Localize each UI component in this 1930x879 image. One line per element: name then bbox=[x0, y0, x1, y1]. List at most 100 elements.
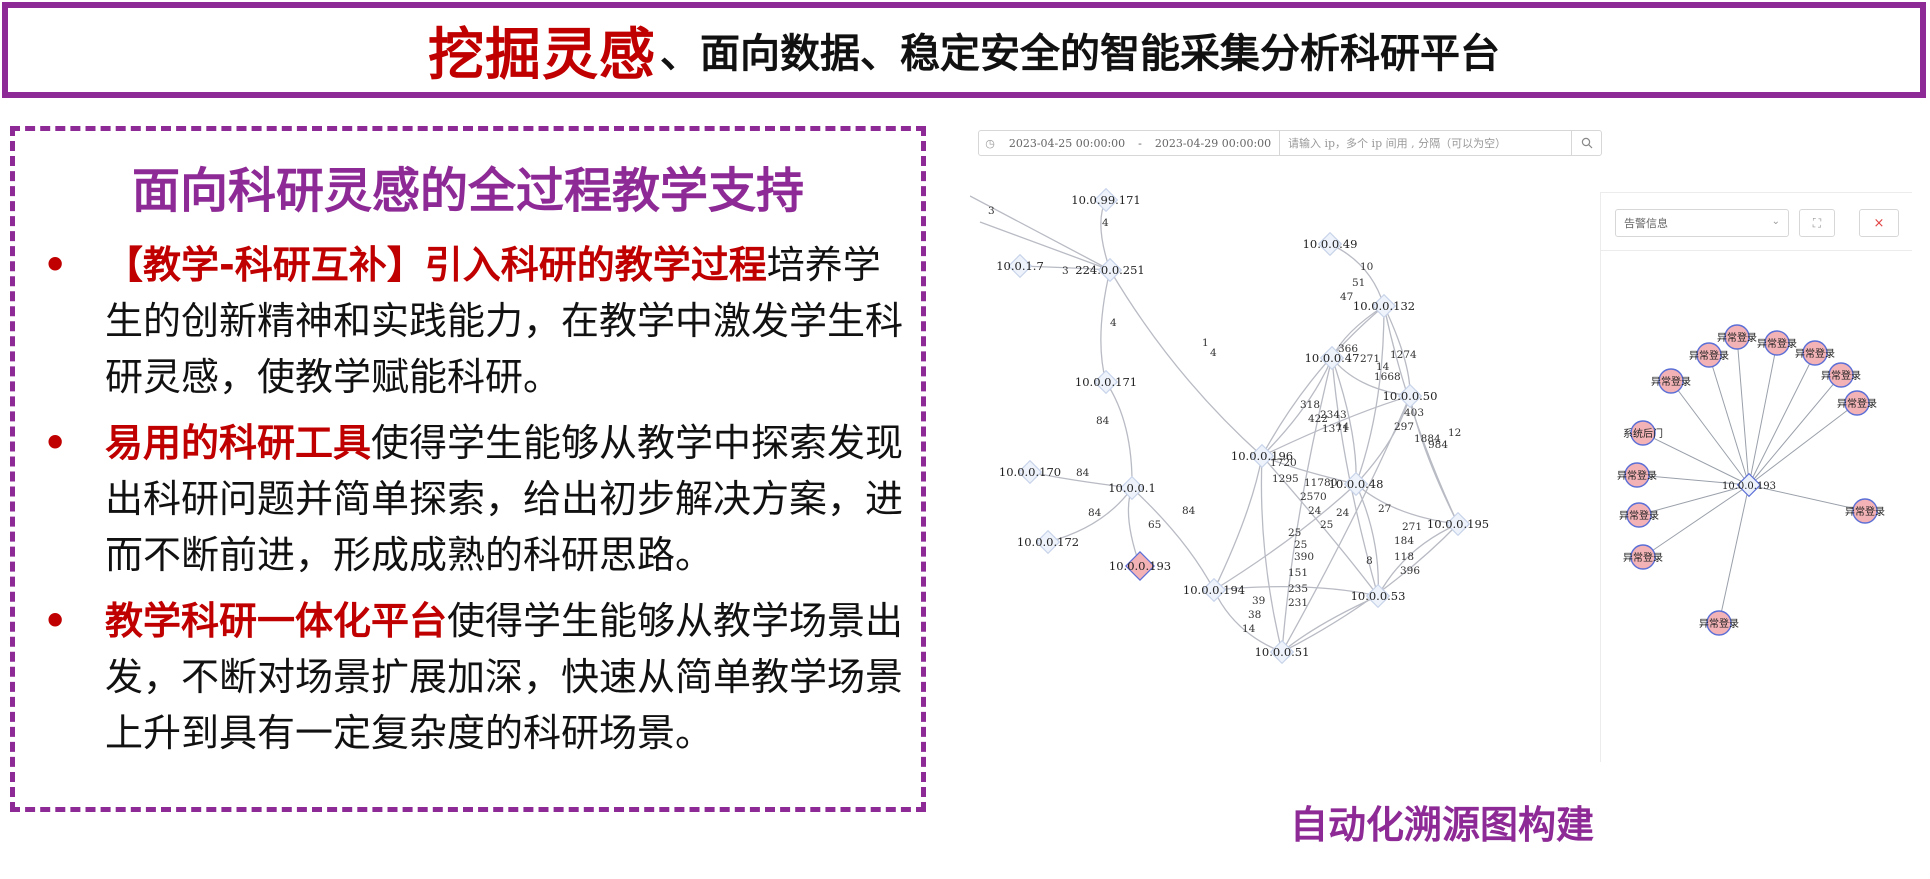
edge-weight-label: 24 bbox=[1308, 505, 1322, 517]
alert-graph-nodes: 10.0.0.193异常登录异常登录异常登录异常登录异常登录异常登录异常登录系统… bbox=[1617, 324, 1885, 636]
edge-weight-label: 151 bbox=[1288, 567, 1308, 579]
graph-nodes: 10.0.99.171 10.0.1.7 224.0.0.251 10.0.0.171… bbox=[996, 187, 1489, 665]
edge-weight-label: 2570 bbox=[1300, 491, 1327, 503]
edge-weight-label: 1295 bbox=[1272, 473, 1299, 485]
ip-input[interactable]: 请输入 ip，多个 ip 间用 , 分隔（可以为空） bbox=[1279, 131, 1571, 155]
graph-caption: 自动化溯源图构建 bbox=[1290, 803, 1595, 847]
edge-weight-label: 24 bbox=[1336, 507, 1350, 519]
bullet-dot: • bbox=[43, 599, 68, 643]
edge-weight-label: 4 bbox=[1110, 317, 1117, 329]
graph-edge bbox=[1261, 357, 1333, 457]
chevron-down-icon: ⌄ bbox=[1771, 216, 1780, 227]
alert-edge bbox=[1708, 354, 1750, 486]
alert-leaf-label: 异常登录 bbox=[1795, 347, 1835, 360]
graph-node-label: 10.0.0.193 bbox=[1109, 559, 1171, 573]
alert-leaf-label: 异常登录 bbox=[1757, 337, 1797, 350]
alert-leaf-label: 异常登录 bbox=[1821, 369, 1861, 382]
alert-edge bbox=[1736, 336, 1750, 486]
graph-edge bbox=[1329, 243, 1385, 307]
alert-leaf-label: 异常登录 bbox=[1837, 397, 1877, 410]
alert-leaf-label: 异常登录 bbox=[1689, 349, 1729, 362]
edge-weight-label: 4 bbox=[1210, 347, 1217, 359]
edge-weight-label: 25 bbox=[1288, 527, 1301, 539]
graph-node-label: 10.0.99.171 bbox=[1071, 193, 1141, 207]
graph-edge bbox=[1355, 395, 1411, 485]
alert-type-select[interactable]: 告警信息 ⌄ bbox=[1615, 209, 1789, 237]
bullet-item: • 【教学-科研互补】引入科研的教学过程培养学生的创新精神和实践能力，在教学中激… bbox=[37, 237, 905, 405]
edge-weight-label: 4 bbox=[1102, 217, 1109, 229]
edge-weight-label: 14 bbox=[1242, 623, 1256, 635]
alert-leaf-label: 异常登录 bbox=[1845, 505, 1885, 518]
bullet-dot: • bbox=[43, 421, 68, 465]
edge-weight-label: 1668 bbox=[1374, 371, 1401, 383]
graph-node-label: 10.0.0.170 bbox=[999, 465, 1061, 479]
edge-weight-label: 231 bbox=[1288, 597, 1308, 609]
close-icon: × bbox=[1873, 215, 1885, 231]
alert-edge bbox=[1748, 374, 1842, 486]
title-banner: 挖掘灵感 、面向数据、稳定安全的智能采集分析科研平台 bbox=[2, 2, 1926, 98]
edge-weight-label: 84 bbox=[1096, 415, 1110, 427]
bullet-item: • 教学科研一体化平台使得学生能够从教学场景出发，不断对场景扩展加深，快速从简单… bbox=[37, 593, 905, 761]
graph-edge bbox=[1105, 381, 1133, 489]
edge-weight-label: 51 bbox=[1352, 277, 1365, 289]
edge-weight-label: 3 bbox=[1062, 265, 1069, 277]
bullet-list: • 【教学-科研互补】引入科研的教学过程培养学生的创新精神和实践能力，在教学中激… bbox=[37, 237, 905, 771]
provenance-graph[interactable]: 334484848465844105147366271 1274141668318… bbox=[970, 166, 1610, 786]
graph-edge bbox=[1100, 269, 1111, 383]
graph-edge bbox=[1109, 269, 1263, 457]
alert-graph[interactable]: 10.0.0.193异常登录异常登录异常登录异常登录异常登录异常登录异常登录系统… bbox=[1601, 253, 1913, 763]
graph-node-label: 10.0.0.53 bbox=[1351, 589, 1406, 603]
graph-node-label: 10.0.0.47 bbox=[1305, 351, 1360, 365]
bullet-item: • 易用的科研工具使得学生能够从教学中探索发现出科研问题并简单探索，给出初步解决… bbox=[37, 415, 905, 583]
bullet-lead: 【教学-科研互补】引入科研的教学过程 bbox=[105, 243, 767, 287]
alert-leaf-label: 异常登录 bbox=[1619, 509, 1659, 522]
graph-node-label: 10.0.0.49 bbox=[1303, 237, 1358, 251]
search-icon bbox=[1581, 137, 1592, 149]
edge-weight-label: 235 bbox=[1288, 583, 1308, 595]
alert-panel: 告警信息 ⌄ ⛶ × 10.0.0.193 异常登录 异常登录 异常登录 异常登录 异常登… bbox=[1600, 192, 1912, 762]
close-button[interactable]: × bbox=[1859, 209, 1899, 237]
alert-edge bbox=[1670, 380, 1750, 486]
edge-weight-label: 403 bbox=[1404, 407, 1424, 419]
edge-weight-label: 1274 bbox=[1390, 349, 1417, 361]
alert-panel-header: 告警信息 ⌄ ⛶ × bbox=[1601, 193, 1912, 251]
edge-weight-label: 84 bbox=[1088, 507, 1102, 519]
graph-node-label: 10.0.0.1 bbox=[1108, 481, 1156, 495]
alert-center-label: 10.0.0.193 bbox=[1722, 481, 1776, 492]
graph-edge bbox=[1377, 523, 1459, 597]
edge-weight-label: 39 bbox=[1252, 595, 1265, 607]
edge-weight-label: 390 bbox=[1294, 551, 1314, 563]
expand-button[interactable]: ⛶ bbox=[1799, 209, 1835, 237]
teaching-support-box: 面向科研灵感的全过程教学支持 • 【教学-科研互补】引入科研的教学过程培养学生的… bbox=[10, 126, 926, 812]
graph-node-label: 10.0.1.7 bbox=[996, 259, 1044, 273]
title-text: 、面向数据、稳定安全的智能采集分析科研平台 bbox=[660, 31, 1500, 77]
alert-leaf-label: 系统后门 bbox=[1623, 427, 1663, 440]
edge-weight-label: 297 bbox=[1394, 421, 1414, 433]
end-time-input[interactable]: 2023-04-29 00:00:00 bbox=[1147, 137, 1279, 150]
edge-weight-label: 396 bbox=[1400, 565, 1420, 577]
alert-edge bbox=[1718, 484, 1750, 624]
expand-icon: ⛶ bbox=[1812, 215, 1822, 230]
graph-node-label: 10.0.0.132 bbox=[1353, 299, 1415, 313]
left-heading: 面向科研灵感的全过程教学支持 bbox=[131, 163, 804, 219]
graph-edge bbox=[1355, 483, 1379, 597]
edge-weight-label: 25 bbox=[1320, 519, 1333, 531]
graph-edge bbox=[1260, 455, 1283, 653]
edge-weight-label: 25 bbox=[1294, 539, 1307, 551]
edge-weight-label: 10 bbox=[1360, 261, 1373, 273]
start-time-input[interactable]: 2023-04-25 00:00:00 bbox=[1001, 137, 1133, 150]
search-button[interactable] bbox=[1571, 131, 1601, 155]
graph-node-label: 10.0.0.171 bbox=[1075, 375, 1137, 389]
graph-edge bbox=[1213, 455, 1263, 591]
edge-weight-label: 27 bbox=[1378, 503, 1391, 515]
edge-weight-label: 2343 bbox=[1320, 409, 1347, 421]
edge-weight-label: 12 bbox=[1448, 427, 1461, 439]
graph-node-label: 10.0.0.50 bbox=[1383, 389, 1438, 403]
bullet-lead: 教学科研一体化平台 bbox=[105, 599, 448, 643]
edge-weight-label: 318 bbox=[1300, 399, 1320, 411]
edge-weight-label: 1 bbox=[1202, 337, 1209, 349]
alert-edge bbox=[1748, 342, 1778, 486]
bullet-dot: • bbox=[43, 243, 68, 287]
clock-icon: ◷ bbox=[985, 136, 995, 150]
graph-node-label: 10.0.0.194 bbox=[1183, 583, 1245, 597]
